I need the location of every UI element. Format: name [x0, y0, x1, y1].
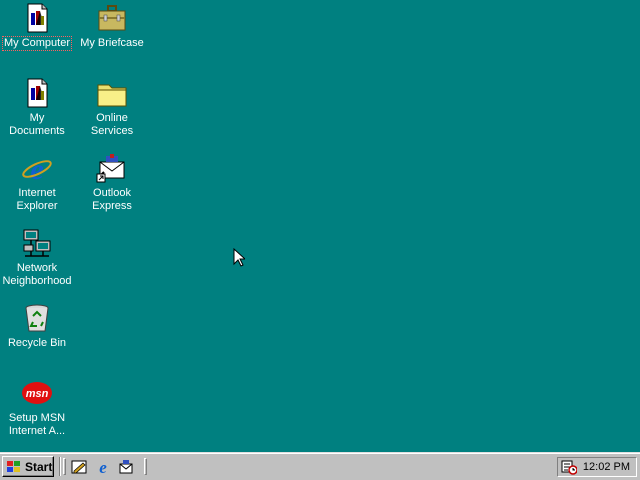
- windows-logo-icon: [7, 460, 20, 472]
- internet-explorer-icon: e: [99, 459, 107, 475]
- desktop-icon-label: My Computer: [1, 36, 73, 51]
- quick-launch-internet-explorer[interactable]: e: [95, 459, 111, 475]
- desktop-icon-label: Setup MSN Internet A...: [8, 412, 66, 437]
- desktop-icon-label: My Briefcase: [80, 37, 144, 49]
- desktop-icon-my-computer[interactable]: My Computer: [0, 2, 74, 51]
- desktop[interactable]: My Computer My Briefcase My Documents On…: [0, 0, 640, 452]
- svg-text:e: e: [30, 153, 43, 184]
- desktop-icon-label: Online Services: [90, 112, 134, 137]
- svg-text:msn: msn: [26, 388, 49, 400]
- recycle-bin-icon: [21, 302, 53, 334]
- desktop-icon-network-neighborhood[interactable]: Network Neighborhood: [0, 227, 74, 288]
- scheduler-icon[interactable]: [561, 459, 577, 475]
- desktop-icon-label: Internet Explorer: [16, 187, 58, 212]
- desktop-icon-label: Outlook Express: [92, 187, 132, 212]
- system-tray: 12:02 PM: [557, 457, 637, 477]
- desktop-icon-internet-explorer[interactable]: e Internet Explorer: [0, 152, 74, 213]
- desktop-icon-setup-msn[interactable]: msn Setup MSN Internet A...: [0, 377, 74, 438]
- taskbar: Start e 12:02 PM: [0, 452, 640, 480]
- mouse-pointer-icon: [233, 248, 245, 267]
- briefcase-icon: [96, 2, 128, 34]
- taskbar-separator: [59, 457, 61, 476]
- desktop-icon-online-services[interactable]: Online Services: [75, 77, 149, 138]
- show-desktop-icon: [71, 460, 87, 474]
- desktop-icon-my-briefcase[interactable]: My Briefcase: [75, 2, 149, 50]
- network-neighborhood-icon: [21, 227, 53, 259]
- start-button[interactable]: Start: [2, 456, 54, 477]
- quick-launch-outlook-express[interactable]: [118, 459, 134, 475]
- desktop-icon-recycle-bin[interactable]: Recycle Bin: [0, 302, 74, 350]
- msn-icon: msn: [21, 377, 53, 409]
- desktop-icon-outlook-express[interactable]: Outlook Express: [75, 152, 149, 213]
- my-documents-icon: [21, 77, 53, 109]
- taskbar-grip[interactable]: [144, 458, 147, 475]
- folder-icon: [96, 77, 128, 109]
- my-computer-icon: [21, 2, 53, 34]
- svg-text:e: e: [99, 459, 107, 475]
- outlook-express-icon: [119, 460, 133, 474]
- quick-launch-show-desktop[interactable]: [71, 459, 87, 475]
- quick-launch-grip[interactable]: [63, 458, 66, 475]
- internet-explorer-icon: e: [21, 152, 53, 184]
- start-label: Start: [25, 459, 53, 474]
- outlook-express-icon: [96, 152, 128, 184]
- desktop-icon-label: My Documents: [9, 112, 65, 137]
- desktop-icon-my-documents[interactable]: My Documents: [0, 77, 74, 138]
- desktop-icon-label: Recycle Bin: [7, 337, 67, 349]
- clock[interactable]: 12:02 PM: [583, 461, 630, 473]
- desktop-icon-label: Network Neighborhood: [2, 262, 72, 287]
